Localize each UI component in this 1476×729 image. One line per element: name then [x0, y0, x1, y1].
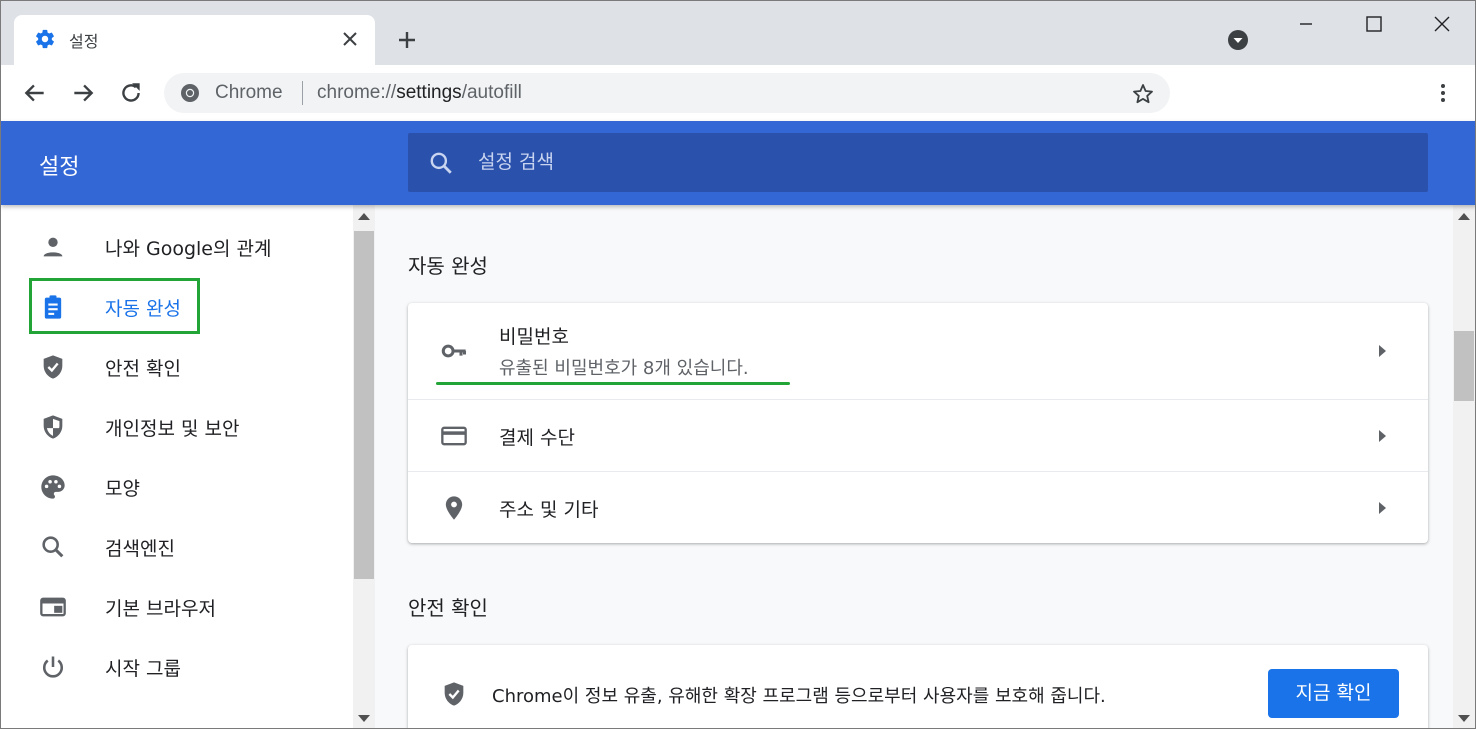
- sidebar-item-default-browser[interactable]: 기본 브라우저: [1, 577, 353, 633]
- leak-status-underline: [436, 382, 790, 385]
- autofill-highlight-box: [29, 278, 200, 334]
- addresses-row[interactable]: 주소 및 기타: [408, 472, 1428, 543]
- browser-toolbar: Chrome chrome://settings/autofill: [1, 65, 1475, 121]
- tab-title: 설정: [69, 32, 99, 51]
- sidebar-item-label: 검색엔진: [105, 538, 175, 560]
- sidebar-item-search-engine[interactable]: 검색엔진: [1, 517, 353, 573]
- close-icon[interactable]: [341, 30, 359, 48]
- sidebar: 나와 Google의 관계 자동 완성 안전 확인 개인정보 및 보안 모양 검…: [1, 205, 353, 728]
- key-icon: [441, 344, 467, 358]
- power-icon: [43, 656, 63, 678]
- settings-search[interactable]: [408, 133, 1428, 192]
- scrollbar-thumb[interactable]: [1454, 331, 1474, 401]
- payment-methods-row[interactable]: 결제 수단: [408, 400, 1428, 471]
- safety-check-card: Chrome이 정보 유출, 유해한 확장 프로그램 등으로부터 사용자를 보호…: [408, 645, 1428, 728]
- main-content: 자동 완성 비밀번호 유출된 비밀번호가 8개 있습니다. 결제 수단 주소 및…: [375, 205, 1453, 728]
- window-close-icon[interactable]: [1430, 12, 1454, 36]
- safety-check-row: Chrome이 정보 유출, 유해한 확장 프로그램 등으로부터 사용자를 보호…: [408, 645, 1428, 728]
- browser-window: 설정 Chrome chrome://settings/autofill 설정: [0, 0, 1476, 729]
- back-arrow-icon[interactable]: [22, 80, 48, 106]
- url-text: chrome://settings/autofill: [317, 82, 522, 104]
- chevron-right-icon: [1379, 345, 1386, 357]
- person-icon: [43, 237, 63, 257]
- address-bar[interactable]: Chrome chrome://settings/autofill: [164, 73, 1170, 113]
- autofill-section-title: 자동 완성: [408, 254, 488, 278]
- safety-check-section-title: 안전 확인: [408, 596, 488, 620]
- autofill-card: 비밀번호 유출된 비밀번호가 8개 있습니다. 결제 수단 주소 및 기타: [408, 303, 1428, 543]
- location-pin-icon: [445, 496, 463, 520]
- scrollbar-thumb[interactable]: [354, 231, 374, 579]
- main-scrollbar[interactable]: [1453, 205, 1475, 728]
- sidebar-item-appearance[interactable]: 모양: [1, 457, 353, 513]
- sidebar-item-safety-check[interactable]: 안전 확인: [1, 337, 353, 393]
- omnibox-divider: [302, 81, 303, 105]
- search-input[interactable]: [478, 145, 1278, 179]
- passwords-leak-status: 유출된 비밀번호가 8개 있습니다.: [499, 358, 749, 379]
- reload-icon[interactable]: [118, 80, 144, 106]
- shield-check-icon: [444, 682, 464, 706]
- tab-strip: 설정: [1, 1, 1475, 65]
- sidebar-item-on-startup[interactable]: 시작 그룹: [1, 637, 353, 693]
- palette-icon: [41, 475, 65, 499]
- sidebar-item-you-and-google[interactable]: 나와 Google의 관계: [1, 217, 353, 273]
- browser-window-icon: [40, 597, 66, 617]
- credit-card-icon: [441, 426, 467, 446]
- page-title: 설정: [39, 155, 80, 180]
- scroll-up-arrow-icon[interactable]: [1458, 213, 1470, 220]
- scroll-down-arrow-icon[interactable]: [1458, 715, 1470, 722]
- passwords-label: 비밀번호: [499, 326, 569, 348]
- chevron-right-icon: [1379, 502, 1386, 514]
- chevron-right-icon: [1379, 430, 1386, 442]
- check-now-button[interactable]: 지금 확인: [1268, 669, 1399, 718]
- scroll-down-arrow-icon[interactable]: [358, 715, 370, 722]
- addresses-label: 주소 및 기타: [499, 499, 599, 521]
- shield-half-icon: [43, 415, 63, 439]
- chrome-logo-icon: [181, 84, 199, 102]
- url-scheme: chrome://: [317, 82, 397, 103]
- passwords-row[interactable]: 비밀번호 유출된 비밀번호가 8개 있습니다.: [408, 303, 1428, 399]
- sidebar-scrollbar[interactable]: [353, 205, 375, 728]
- sidebar-item-label: 나와 Google의 관계: [105, 238, 272, 260]
- tab-settings[interactable]: 설정: [14, 15, 375, 65]
- sidebar-item-label: 안전 확인: [105, 358, 181, 380]
- safety-check-description: Chrome이 정보 유출, 유해한 확장 프로그램 등으로부터 사용자를 보호…: [492, 686, 1106, 707]
- sidebar-item-label: 모양: [105, 478, 140, 500]
- sidebar-item-label: 기본 브라우저: [105, 598, 216, 620]
- more-menu-icon[interactable]: [1431, 81, 1455, 105]
- settings-header: 설정: [1, 121, 1475, 205]
- tab-search-dropdown-icon[interactable]: [1227, 29, 1249, 51]
- payment-methods-label: 결제 수단: [499, 427, 575, 449]
- maximize-icon[interactable]: [1362, 12, 1386, 36]
- shield-check-icon: [43, 355, 63, 379]
- minimize-icon[interactable]: [1294, 12, 1318, 36]
- site-label: Chrome: [215, 82, 283, 103]
- forward-arrow-icon[interactable]: [70, 80, 96, 106]
- url-path: /autofill: [461, 82, 522, 103]
- gear-icon: [36, 29, 54, 49]
- sidebar-item-label: 개인정보 및 보안: [105, 418, 240, 440]
- url-host: settings: [396, 82, 462, 103]
- sidebar-item-privacy-security[interactable]: 개인정보 및 보안: [1, 397, 353, 453]
- sidebar-item-label: 시작 그룹: [105, 658, 181, 680]
- bookmark-star-icon[interactable]: [1131, 82, 1155, 106]
- scroll-up-arrow-icon[interactable]: [358, 213, 370, 220]
- search-icon: [430, 152, 452, 174]
- new-tab-icon[interactable]: [395, 28, 419, 52]
- search-icon: [42, 536, 64, 558]
